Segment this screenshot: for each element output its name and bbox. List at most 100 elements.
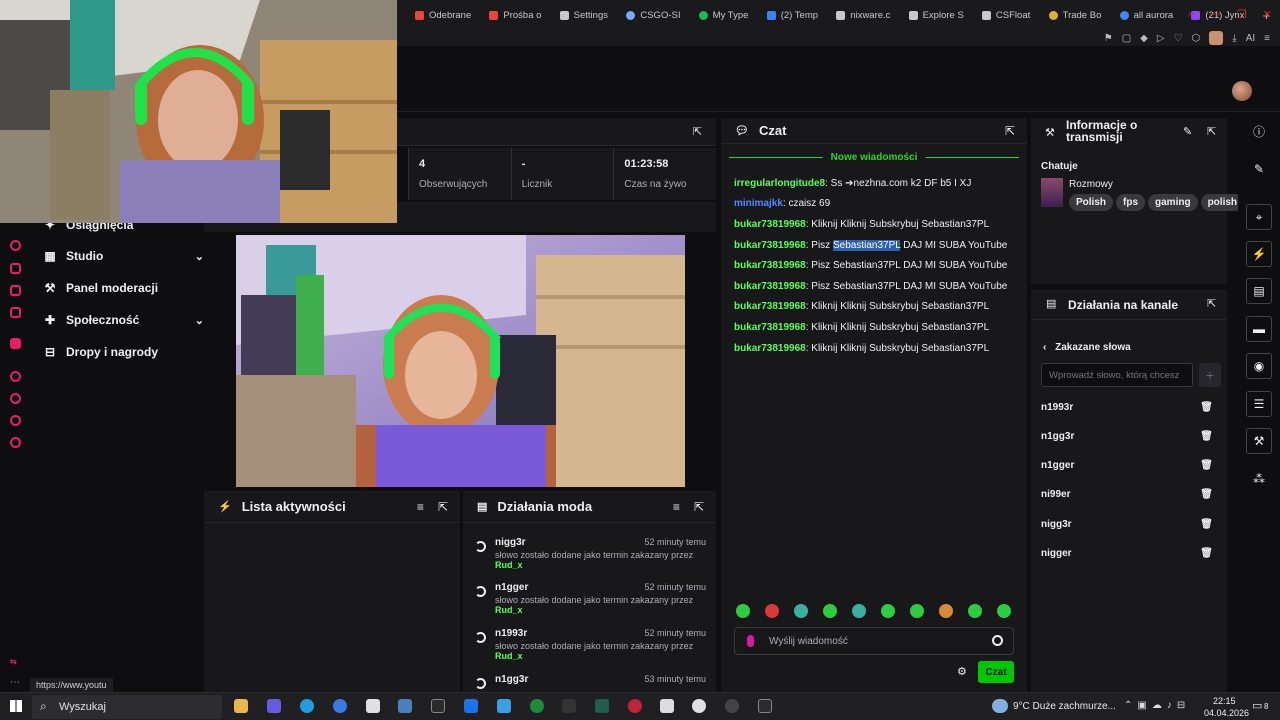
broadcast-icon[interactable]: ◉ — [1246, 353, 1272, 379]
sidebar-item-moderation[interactable]: ⚒ Panel moderacji — [44, 281, 204, 295]
profile-icon[interactable] — [1209, 31, 1224, 45]
microphone-icon[interactable] — [747, 635, 754, 647]
mod-action-entry[interactable]: n1gger 52 minuty temu słowo zostało doda… — [475, 582, 706, 622]
edit-icon[interactable]: ✎ — [1246, 156, 1272, 182]
collapse-icon[interactable]: ⇆ — [10, 657, 21, 668]
app-icon[interactable] — [660, 699, 674, 713]
filter-icon[interactable]: ≡ — [417, 500, 424, 514]
app-icon[interactable] — [333, 699, 347, 713]
chat-input[interactable]: Wyślij wiadomość — [734, 627, 1014, 655]
taskbar-search[interactable]: ⌕ Wyszukaj — [32, 695, 222, 719]
chat-message[interactable]: bukar73819968: Pisz Sebastian37PL DAJ MI… — [734, 281, 1007, 292]
chat-message[interactable]: bukar73819968: Kliknij Kliknij Subskrybu… — [734, 322, 989, 333]
bookmark-icon[interactable]: ⚑ — [1104, 33, 1113, 44]
app-icon[interactable] — [628, 699, 642, 713]
category-name[interactable]: Rozmowy — [1069, 179, 1113, 190]
browser-tab[interactable]: (2) Temp — [757, 0, 827, 30]
emote[interactable] — [765, 604, 779, 618]
chat-bubble-icon[interactable] — [10, 415, 21, 426]
target-icon[interactable]: ⌖ — [1246, 204, 1272, 230]
browser-tab[interactable]: nixware.c — [826, 0, 898, 30]
chat-message[interactable]: bukar73819968: Pisz Sebastian37PL DAJ MI… — [734, 240, 1007, 251]
popout-icon[interactable]: ⇱ — [693, 125, 702, 138]
weather-text[interactable]: 9°C Duże zachmurze... — [1013, 701, 1116, 712]
chrome-icon[interactable] — [692, 699, 706, 713]
chat-message[interactable]: irregularlongitude8: Ss ➔nezhna.com k2 D… — [734, 178, 971, 189]
wrench-icon[interactable]: ⚒ — [1246, 428, 1272, 454]
screenshot-icon[interactable]: ▢ — [1122, 33, 1131, 44]
menu-icon[interactable]: ≡ — [1264, 33, 1270, 44]
sidebar-item-studio[interactable]: ▦ Studio ⌄ — [44, 249, 204, 263]
stream-manager-icon[interactable] — [10, 240, 21, 251]
browser-tab[interactable]: Settings — [550, 0, 617, 30]
steam-icon[interactable] — [398, 699, 412, 713]
more-icon[interactable]: ⋯ — [10, 677, 21, 688]
gear-icon[interactable]: ⚙ — [957, 665, 967, 678]
download-icon[interactable]: ⤓ — [1232, 33, 1236, 44]
chat-message[interactable]: minimajkk: czaisz 69 — [734, 198, 830, 209]
chat-message[interactable]: bukar73819968: Kliknij Kliknij Subskrybu… — [734, 343, 989, 354]
clock-date[interactable]: 04.04.2026 — [1204, 708, 1249, 718]
store-icon[interactable] — [366, 699, 380, 713]
ai-button[interactable]: AI — [1246, 33, 1255, 44]
search-icon[interactable]: ⌕ — [1188, 8, 1194, 21]
edit-icon[interactable]: ✎ — [1183, 125, 1192, 138]
banned-word-input[interactable] — [1041, 363, 1193, 387]
tag[interactable]: Polish — [1069, 194, 1114, 211]
chat-send-button[interactable]: Czat — [978, 661, 1014, 683]
document-icon[interactable]: ▤ — [1246, 278, 1272, 304]
app-icon[interactable] — [595, 699, 609, 713]
popout-icon[interactable]: ⇱ — [1005, 124, 1015, 138]
heart-icon[interactable]: ♡ — [1174, 33, 1183, 44]
trash-icon[interactable]: 🗑︎ — [1200, 402, 1213, 413]
play-icon[interactable]: ▷ — [1157, 33, 1165, 44]
app-icon[interactable] — [725, 699, 739, 713]
stream-video-preview[interactable] — [236, 235, 685, 487]
emoji-icon[interactable] — [992, 635, 1003, 646]
content-icon[interactable] — [10, 263, 21, 274]
tag[interactable]: fps — [1116, 194, 1146, 211]
xbox-icon[interactable] — [530, 699, 544, 713]
chat-message[interactable]: bukar73819968: Kliknij Kliknij Subskrybu… — [734, 301, 989, 312]
popout-icon[interactable]: ⇱ — [438, 500, 448, 514]
mod-action-entry[interactable]: nigg3r 52 minuty temu słowo zostało doda… — [475, 537, 706, 577]
outlook-icon[interactable] — [464, 699, 478, 713]
trash-icon[interactable]: 🗑︎ — [1200, 548, 1213, 559]
emote[interactable] — [939, 604, 953, 618]
browser-tab[interactable]: Prośba o — [479, 0, 549, 30]
twitch-icon[interactable] — [10, 338, 21, 349]
add-word-button[interactable]: + — [1199, 363, 1221, 387]
app-icon[interactable] — [267, 699, 281, 713]
mod-action-entry[interactable]: n1gg3r 53 minuty temu — [475, 674, 706, 692]
trash-icon[interactable]: 🗑︎ — [1200, 431, 1213, 442]
file-explorer-icon[interactable] — [234, 699, 248, 713]
close-icon[interactable]: ✕ — [1263, 8, 1272, 21]
browser-tab[interactable]: My Type — [689, 0, 757, 30]
browser-tab[interactable]: Explore S — [899, 0, 972, 30]
browser-tab[interactable]: CSFloat — [972, 0, 1039, 30]
chat-message[interactable]: bukar73819968: Pisz Sebastian37PL DAJ MI… — [734, 260, 1007, 271]
live-icon[interactable] — [10, 371, 21, 382]
emote[interactable] — [968, 604, 982, 618]
app-icon[interactable] — [497, 699, 511, 713]
extensions-icon[interactable]: ⬡ — [1192, 33, 1201, 44]
chat-bubble-icon[interactable]: ▬ — [1246, 316, 1272, 342]
trash-icon[interactable]: 🗑︎ — [1200, 460, 1213, 471]
minimize-icon[interactable]: — — [1210, 8, 1221, 21]
popout-icon[interactable]: ⇱ — [694, 500, 704, 514]
tag[interactable]: gaming — [1148, 194, 1198, 211]
emote[interactable] — [852, 604, 866, 618]
sidebar-item-drops[interactable]: ⊟ Dropy i nagrody — [44, 345, 204, 359]
epic-icon[interactable] — [758, 699, 772, 713]
clock-time[interactable]: 22:15 — [1213, 696, 1236, 706]
sidebar-item-community[interactable]: ✚ Społeczność ⌄ — [44, 313, 204, 327]
notification-icon[interactable]: ▭ — [1252, 699, 1262, 712]
maximize-icon[interactable]: ❐ — [1237, 8, 1247, 21]
clock-icon[interactable] — [10, 393, 21, 404]
shield-icon[interactable]: ◆ — [1140, 33, 1148, 44]
lightning-icon[interactable]: ⚡ — [1246, 241, 1272, 267]
browser-tab[interactable]: Odebrane — [405, 0, 479, 30]
media-icon[interactable] — [10, 307, 21, 318]
mod-action-entry[interactable]: n1993r 52 minuty temu słowo zostało doda… — [475, 628, 706, 668]
popout-icon[interactable]: ⇱ — [1207, 297, 1216, 310]
